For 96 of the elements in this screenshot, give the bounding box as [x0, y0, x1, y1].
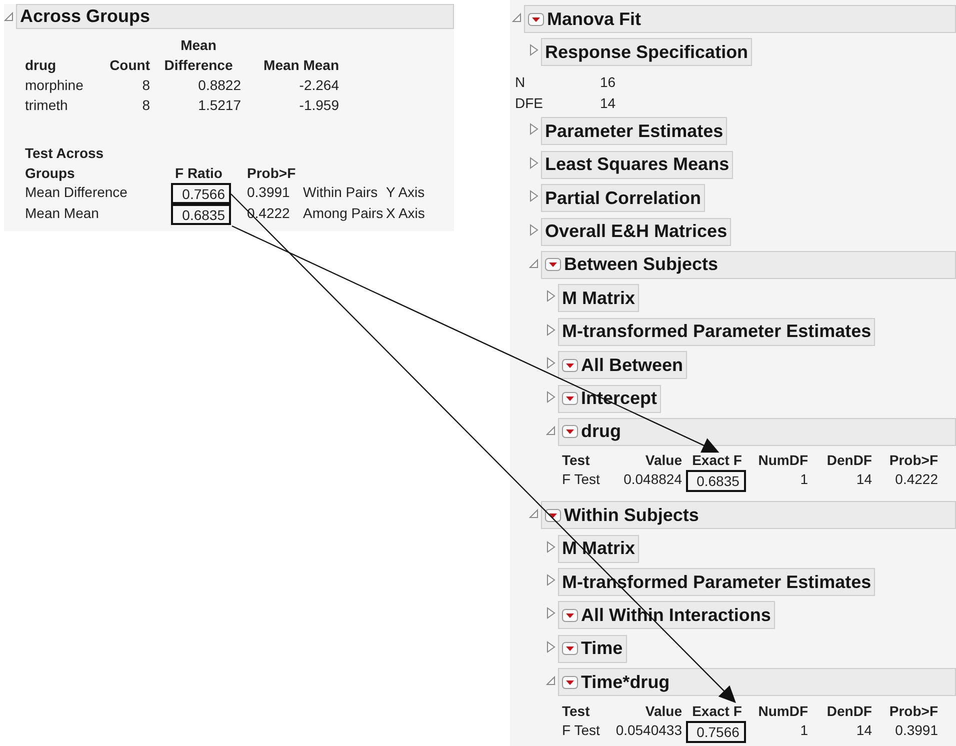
table-cell-text: 0.3991 — [894, 720, 938, 740]
expand-triangle-icon[interactable] — [529, 156, 539, 169]
collapse-triangle-icon[interactable] — [4, 10, 14, 22]
collapse-triangle-icon[interactable] — [512, 11, 522, 23]
table-cell-text: 0.8822 — [197, 76, 241, 95]
expand-triangle-icon[interactable] — [529, 44, 539, 56]
table-cell-text: F Test — [562, 720, 601, 740]
table-cell-text: 8 — [141, 76, 150, 95]
dropdown-menu-icon[interactable] — [562, 392, 578, 405]
table-cell-text: 8 — [141, 96, 150, 115]
collapse-triangle-icon[interactable] — [546, 424, 556, 436]
outline-header[interactable]: Across Groups — [16, 4, 454, 29]
expand-triangle-icon[interactable] — [529, 123, 539, 136]
outline-header[interactable]: Partial Correlation — [541, 184, 706, 212]
stat-label: DFE — [515, 94, 544, 113]
column-header: Exact F — [691, 451, 743, 470]
table-cell-text: 0.048824 — [622, 470, 682, 490]
table-cell-text: -1.959 — [298, 96, 339, 115]
column-header: Test — [562, 702, 591, 721]
column-header: DenDF — [826, 451, 872, 470]
table-cell-text: Mean Mean — [25, 204, 100, 223]
expand-triangle-icon[interactable] — [546, 324, 556, 336]
expand-triangle-icon[interactable] — [546, 290, 556, 302]
dropdown-menu-icon[interactable] — [562, 642, 578, 656]
expand-triangle-icon[interactable] — [529, 190, 539, 202]
table-cell-text: Mean Difference — [25, 183, 128, 202]
table-cell-text: Among Pairs — [303, 204, 384, 223]
column-header: DenDF — [826, 702, 872, 721]
expand-triangle-icon[interactable] — [546, 607, 556, 620]
outline-header[interactable]: Parameter Estimates — [541, 117, 728, 146]
column-header: Exact F — [691, 702, 743, 721]
table-cell-text: -2.264 — [298, 76, 339, 95]
table-cell-text: morphine — [25, 76, 84, 95]
dropdown-menu-icon[interactable] — [545, 258, 561, 272]
table-cell-text: trimeth — [25, 96, 69, 115]
dropdown-menu-icon[interactable] — [562, 676, 578, 689]
table-cell-text: X Axis — [386, 204, 426, 223]
column-header: NumDF — [757, 451, 808, 470]
outline-header[interactable]: M-transformed Parameter Estimates — [558, 318, 876, 346]
table-cell-text: 14 — [855, 470, 872, 490]
dropdown-menu-icon[interactable] — [562, 358, 578, 372]
stat-value: 14 — [600, 94, 617, 113]
collapse-triangle-icon[interactable] — [529, 507, 539, 520]
outline-header[interactable]: drug — [558, 418, 956, 446]
dropdown-menu-icon[interactable] — [562, 608, 578, 622]
table-cell-text: Within Pairs — [303, 183, 379, 202]
outline-header[interactable]: Between Subjects — [541, 250, 956, 279]
column-header: Test Across Groups — [25, 144, 105, 183]
column-header: Prob>F — [888, 702, 938, 721]
table-cell-text: 1.5217 — [197, 96, 241, 115]
dropdown-menu-icon[interactable] — [545, 508, 561, 522]
expand-triangle-icon[interactable] — [546, 390, 556, 402]
table-cell: 0.6835 — [171, 204, 231, 225]
outline-header[interactable]: Response Specification — [541, 38, 752, 66]
column-header: Count — [108, 56, 150, 75]
column-header: Value — [644, 451, 682, 470]
column-header: Value — [644, 702, 682, 721]
column-header: Test — [562, 451, 591, 470]
expand-triangle-icon[interactable] — [529, 224, 539, 236]
outline-header[interactable]: Overall E&H Matrices — [541, 218, 732, 246]
table-cell-text: 0.3991 — [246, 183, 291, 202]
outline-header[interactable]: Within Subjects — [541, 501, 956, 530]
table-cell-text: 0.4222 — [894, 470, 938, 490]
expand-triangle-icon[interactable] — [546, 540, 556, 553]
outline-header[interactable]: Time — [558, 634, 627, 663]
expand-triangle-icon[interactable] — [546, 574, 556, 586]
table-cell-text: F Test — [562, 470, 601, 490]
outline-header[interactable]: All Between — [558, 351, 688, 380]
table-cell-text: Y Axis — [386, 183, 426, 202]
table-cell-text: 14 — [855, 720, 872, 740]
outline-header[interactable]: M Matrix — [558, 534, 640, 563]
column-header: Prob>F — [888, 451, 938, 470]
dropdown-menu-icon[interactable] — [562, 425, 578, 438]
outline-header[interactable]: Manova Fit — [524, 5, 956, 33]
stat-value: 16 — [600, 72, 617, 92]
expand-triangle-icon[interactable] — [546, 640, 556, 653]
stat-label: N — [515, 72, 526, 92]
outline-header[interactable]: M Matrix — [558, 284, 640, 312]
table-cell-text: 1 — [799, 720, 808, 740]
dropdown-menu-icon[interactable] — [528, 12, 544, 26]
column-header: Mean Difference — [163, 36, 234, 75]
collapse-triangle-icon[interactable] — [546, 674, 556, 686]
table-cell-text: 1 — [799, 470, 808, 490]
outline-header[interactable]: Time*drug — [558, 668, 956, 696]
column-header: Mean Mean — [262, 56, 339, 75]
column-header: Prob>F — [246, 164, 297, 183]
table-cell-text: 0.0540433 — [614, 720, 682, 740]
column-header: F Ratio — [174, 164, 224, 183]
expand-triangle-icon[interactable] — [546, 357, 556, 370]
outline-header[interactable]: Least Squares Means — [541, 150, 734, 179]
column-header: NumDF — [757, 702, 808, 721]
table-cell: 0.7566 — [686, 720, 746, 743]
table-cell: 0.6835 — [686, 470, 746, 492]
column-header: drug — [25, 56, 58, 75]
collapse-triangle-icon[interactable] — [529, 256, 539, 269]
table-cell: 0.7566 — [171, 183, 231, 204]
